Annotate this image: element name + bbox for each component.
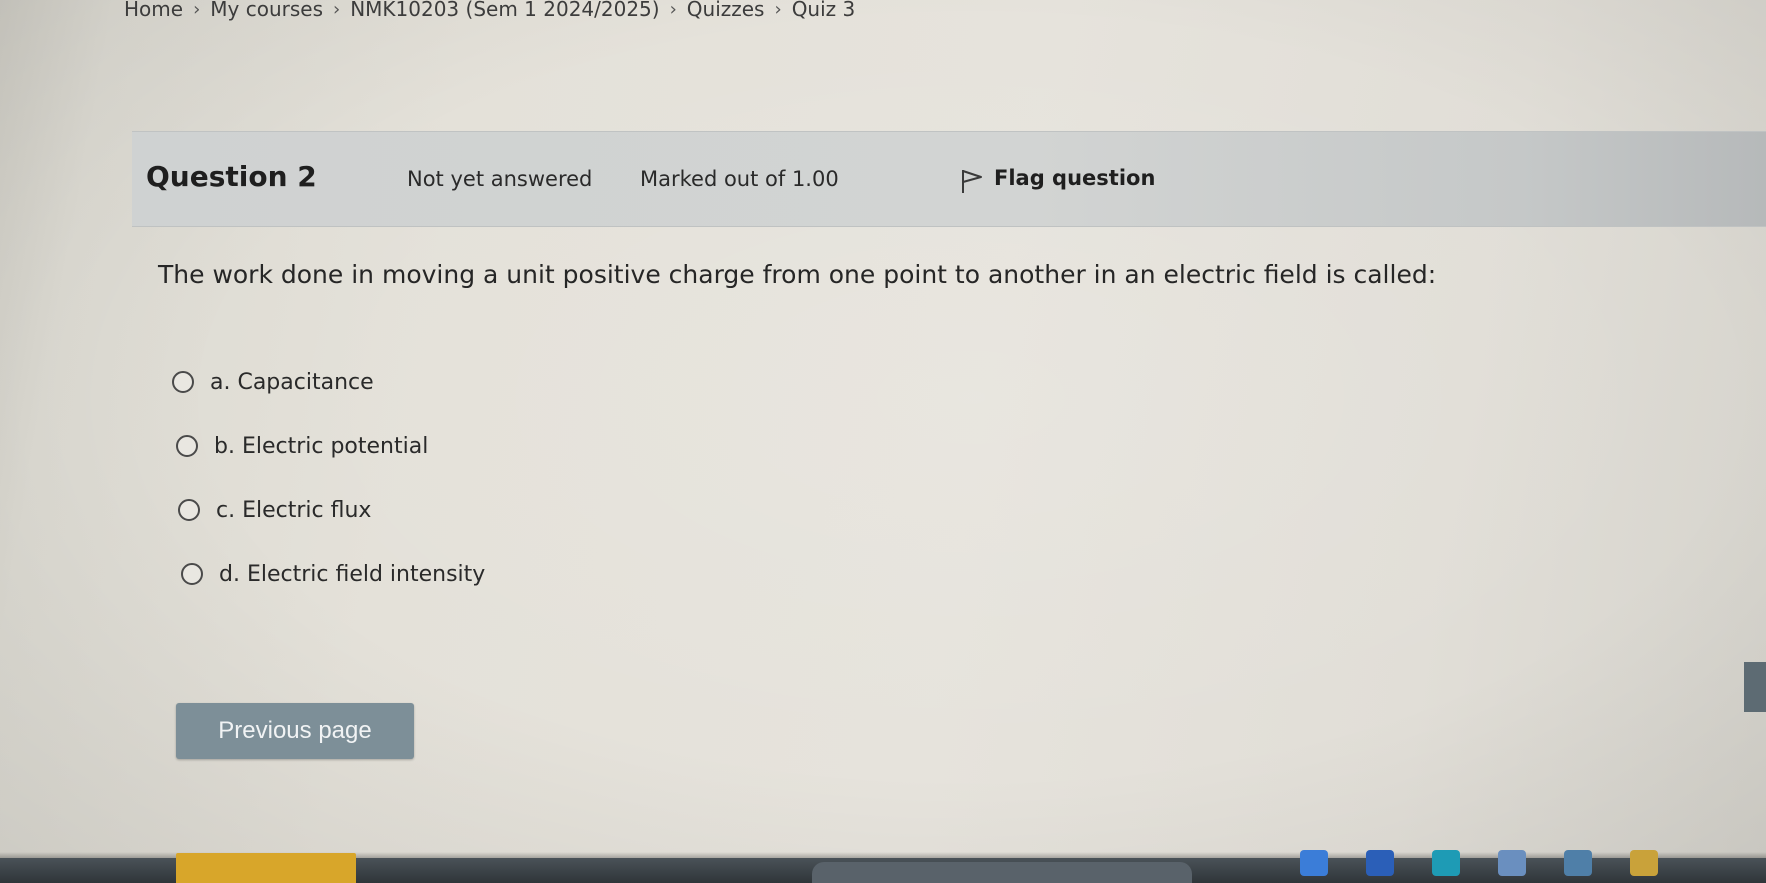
taskbar-search-box[interactable] <box>812 862 1192 883</box>
question-state: Not yet answered <box>407 167 593 191</box>
question-info-bar: Question 2 Not yet answered Marked out o… <box>132 131 1766 227</box>
app-icon[interactable] <box>1432 850 1460 876</box>
breadcrumb-home[interactable]: Home <box>124 0 183 21</box>
previous-page-button[interactable]: Previous page <box>176 703 414 759</box>
radio-button[interactable] <box>176 435 198 457</box>
answer-option-b[interactable]: b. Electric potential <box>176 414 485 478</box>
flag-icon <box>962 170 982 193</box>
flag-question-label: Flag question <box>994 166 1156 190</box>
app-icon[interactable] <box>1366 850 1394 876</box>
answer-label: c. Electric flux <box>216 497 372 523</box>
app-icon[interactable] <box>1630 850 1658 876</box>
question-number: Question 2 <box>146 160 317 193</box>
answer-label: d. Electric field intensity <box>219 561 486 587</box>
chevron-right-icon: › <box>669 0 677 20</box>
question-grade: Marked out of 1.00 <box>640 167 839 191</box>
answer-option-a[interactable]: a. Capacitance <box>172 350 485 414</box>
app-icon[interactable] <box>1564 850 1592 876</box>
breadcrumb-my-courses[interactable]: My courses <box>210 0 323 21</box>
breadcrumb: Home › My courses › NMK10203 (Sem 1 2024… <box>124 0 855 21</box>
chevron-right-icon: › <box>774 0 782 20</box>
breadcrumb-quiz[interactable]: Quiz 3 <box>792 0 856 21</box>
answer-options: a. Capacitance b. Electric potential c. … <box>172 350 485 606</box>
taskbar-app-icons <box>1300 850 1658 876</box>
answer-label: b. Electric potential <box>214 433 429 459</box>
app-icon[interactable] <box>1300 850 1328 876</box>
radio-button[interactable] <box>178 499 200 521</box>
radio-button[interactable] <box>172 371 194 393</box>
chevron-right-icon: › <box>193 0 201 20</box>
breadcrumb-quizzes[interactable]: Quizzes <box>687 0 765 21</box>
breadcrumb-course[interactable]: NMK10203 (Sem 1 2024/2025) <box>350 0 659 21</box>
chevron-right-icon: › <box>333 0 341 20</box>
question-text: The work done in moving a unit positive … <box>158 260 1437 289</box>
flag-question-button[interactable]: Flag question <box>960 162 1155 194</box>
answer-option-c[interactable]: c. Electric flux <box>178 478 485 542</box>
radio-button[interactable] <box>181 563 203 585</box>
answer-option-d[interactable]: d. Electric field intensity <box>181 542 485 606</box>
next-page-button-partial[interactable] <box>1744 662 1766 712</box>
app-icon[interactable] <box>1498 850 1526 876</box>
answer-label: a. Capacitance <box>210 369 374 395</box>
taskbar-highlight-tab[interactable] <box>176 853 356 883</box>
